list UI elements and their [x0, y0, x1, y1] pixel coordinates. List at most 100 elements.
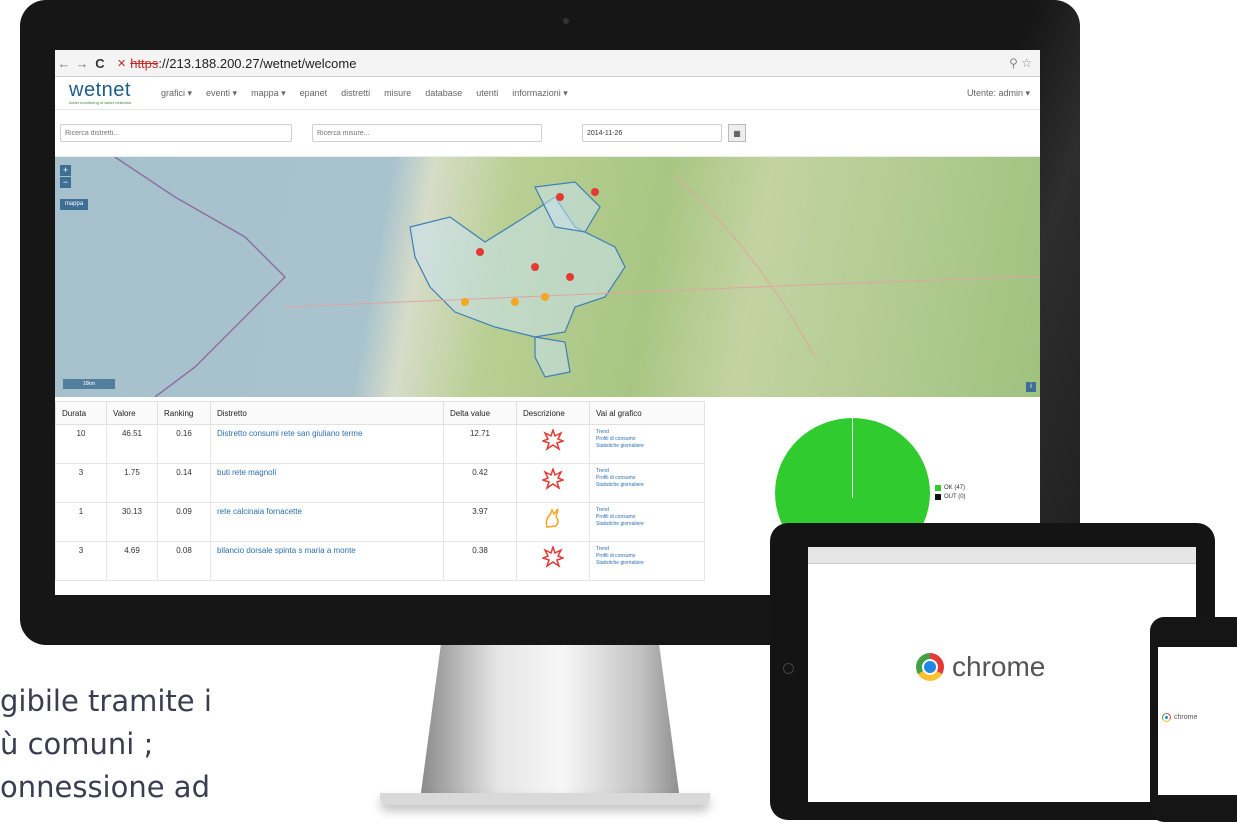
link-profili[interactable]: Profili di consumo	[596, 436, 698, 443]
district-map[interactable]: + − mappa 10km i	[55, 157, 1040, 397]
sea-boundary-line	[114, 157, 287, 397]
col-grafico[interactable]: Vai al grafico	[589, 401, 705, 425]
district-search-input[interactable]	[60, 124, 292, 142]
legend-swatch-out	[935, 494, 941, 500]
burst-icon	[540, 466, 566, 490]
link-statistiche[interactable]: Statistiche giornaliere	[596, 521, 698, 528]
link-profili[interactable]: Profili di consumo	[596, 553, 698, 560]
menu-item-informazioni[interactable]: informazioni ▾	[512, 88, 568, 99]
cell-valore: 1.75	[106, 463, 158, 503]
logo-tagline: smart monitoring of water networks	[69, 100, 132, 105]
tablet-screen: chrome	[808, 547, 1196, 802]
phone-device: chrome	[1150, 617, 1237, 822]
caption-line-1: gibile tramite i	[0, 684, 212, 718]
calendar-icon[interactable]: ▦	[728, 124, 746, 142]
cell-distretto-link[interactable]: bilancio dorsale spinta s maria a monte	[210, 541, 444, 581]
cell-distretto-link[interactable]: Distretto consumi rete san giuliano term…	[210, 424, 444, 464]
col-ranking[interactable]: Ranking	[157, 401, 211, 425]
cell-chart-links: Trend Profili di consumo Statistiche gio…	[589, 424, 705, 464]
cell-ranking: 0.08	[157, 541, 211, 581]
link-statistiche[interactable]: Statistiche giornaliere	[596, 443, 698, 450]
map-info-icon[interactable]: i	[1026, 382, 1036, 392]
col-valore[interactable]: Valore	[106, 401, 158, 425]
cell-descrizione	[516, 424, 590, 464]
tablet-device: chrome	[770, 523, 1215, 820]
events-table: Durata Valore Ranking Distretto Delta va…	[55, 401, 705, 581]
col-delta[interactable]: Delta value	[443, 401, 517, 425]
forward-arrow-icon[interactable]: →	[73, 56, 91, 71]
link-statistiche[interactable]: Statistiche giornaliere	[596, 560, 698, 567]
phone-chrome-text: chrome	[1174, 714, 1198, 721]
menu-item-misure[interactable]: misure	[384, 88, 411, 99]
monitor-stand	[420, 645, 680, 800]
link-trend[interactable]: Trend	[596, 429, 698, 436]
table-row: 1 30.13 0.09 rete calcinaia fornacette 3…	[55, 502, 705, 542]
chrome-logo-icon	[916, 653, 944, 681]
reload-icon[interactable]: C	[91, 56, 109, 71]
search-icon[interactable]: ⚲ ☆	[1009, 56, 1032, 70]
phone-chrome-brand: chrome	[1162, 713, 1197, 722]
link-trend[interactable]: Trend	[596, 468, 698, 475]
logo-text: wetnet	[69, 79, 131, 101]
user-menu[interactable]: Utente: admin ▾	[967, 88, 1030, 99]
caption-line-3: onnessione ad	[0, 770, 210, 804]
col-distretto[interactable]: Distretto	[210, 401, 444, 425]
tablet-chrome-text: chrome	[952, 651, 1046, 682]
phone-screen: chrome	[1158, 647, 1237, 795]
date-input[interactable]	[582, 124, 722, 142]
cell-ranking: 0.14	[157, 463, 211, 503]
table-row: 3 4.69 0.08 bilancio dorsale spinta s ma…	[55, 541, 705, 581]
menu-item-utenti[interactable]: utenti	[476, 88, 498, 99]
link-trend[interactable]: Trend	[596, 546, 698, 553]
menu-item-mappa[interactable]: mappa ▾	[251, 88, 286, 99]
legend-item-ok: OK (47)	[935, 485, 966, 491]
road-line	[284, 276, 1040, 308]
menu-item-distretti[interactable]: distretti	[341, 88, 370, 99]
cell-distretto-link[interactable]: buti rete magnoli	[210, 463, 444, 503]
cell-valore: 46.51	[106, 424, 158, 464]
legend-label-out: OUT (0)	[944, 494, 966, 500]
url-text[interactable]: https://213.188.200.27/wetnet/welcome	[130, 56, 356, 71]
main-menu: grafici ▾ eventi ▾ mappa ▾ epanet distre…	[161, 88, 568, 99]
district-polygon-south[interactable]	[534, 336, 571, 378]
col-descrizione[interactable]: Descrizione	[516, 401, 590, 425]
legend-label-ok: OK (47)	[944, 485, 966, 491]
burst-icon	[540, 544, 566, 568]
cell-valore: 30.13	[106, 502, 158, 542]
cell-durata: 1	[55, 502, 107, 542]
menu-item-grafici[interactable]: grafici ▾	[161, 88, 192, 99]
address-bar: ← → C ✕ https://213.188.200.27/wetnet/we…	[55, 50, 1040, 77]
col-durata[interactable]: Durata	[55, 401, 107, 425]
tablet-home-button	[783, 663, 794, 674]
cell-chart-links: Trend Profili di consumo Statistiche gio…	[589, 541, 705, 581]
table-header-row: Durata Valore Ranking Distretto Delta va…	[55, 401, 705, 425]
cell-chart-links: Trend Profili di consumo Statistiche gio…	[589, 502, 705, 542]
map-scale: 10km	[63, 379, 115, 389]
leak-icon	[545, 508, 559, 528]
link-trend[interactable]: Trend	[596, 507, 698, 514]
insecure-lock-icon[interactable]: ✕	[117, 57, 126, 70]
chrome-logo-icon	[1162, 713, 1171, 722]
zoom-out-button[interactable]: −	[60, 177, 71, 188]
cell-durata: 3	[55, 463, 107, 503]
url-host-path: ://213.188.200.27/wetnet/welcome	[158, 55, 357, 71]
cell-valore: 4.69	[106, 541, 158, 581]
wetnet-logo[interactable]: wetnet smart monitoring of water network…	[69, 78, 149, 108]
link-profili[interactable]: Profili di consumo	[596, 514, 698, 521]
cell-distretto-link[interactable]: rete calcinaia fornacette	[210, 502, 444, 542]
measure-search-input[interactable]	[312, 124, 542, 142]
map-layer-button[interactable]: mappa	[60, 199, 88, 210]
zoom-in-button[interactable]: +	[60, 165, 71, 176]
link-profili[interactable]: Profili di consumo	[596, 475, 698, 482]
back-arrow-icon[interactable]: ←	[55, 56, 73, 71]
map-overlay	[114, 157, 1040, 397]
camera-dot	[563, 18, 569, 24]
menu-item-eventi[interactable]: eventi ▾	[206, 88, 237, 99]
pie-legend: OK (47) OUT (0)	[935, 485, 966, 503]
menu-item-epanet[interactable]: epanet	[300, 88, 328, 99]
link-statistiche[interactable]: Statistiche giornaliere	[596, 482, 698, 489]
cell-delta: 0.38	[443, 541, 517, 581]
menu-item-database[interactable]: database	[425, 88, 462, 99]
monitor-stand-base	[380, 793, 710, 805]
cell-durata: 10	[55, 424, 107, 464]
